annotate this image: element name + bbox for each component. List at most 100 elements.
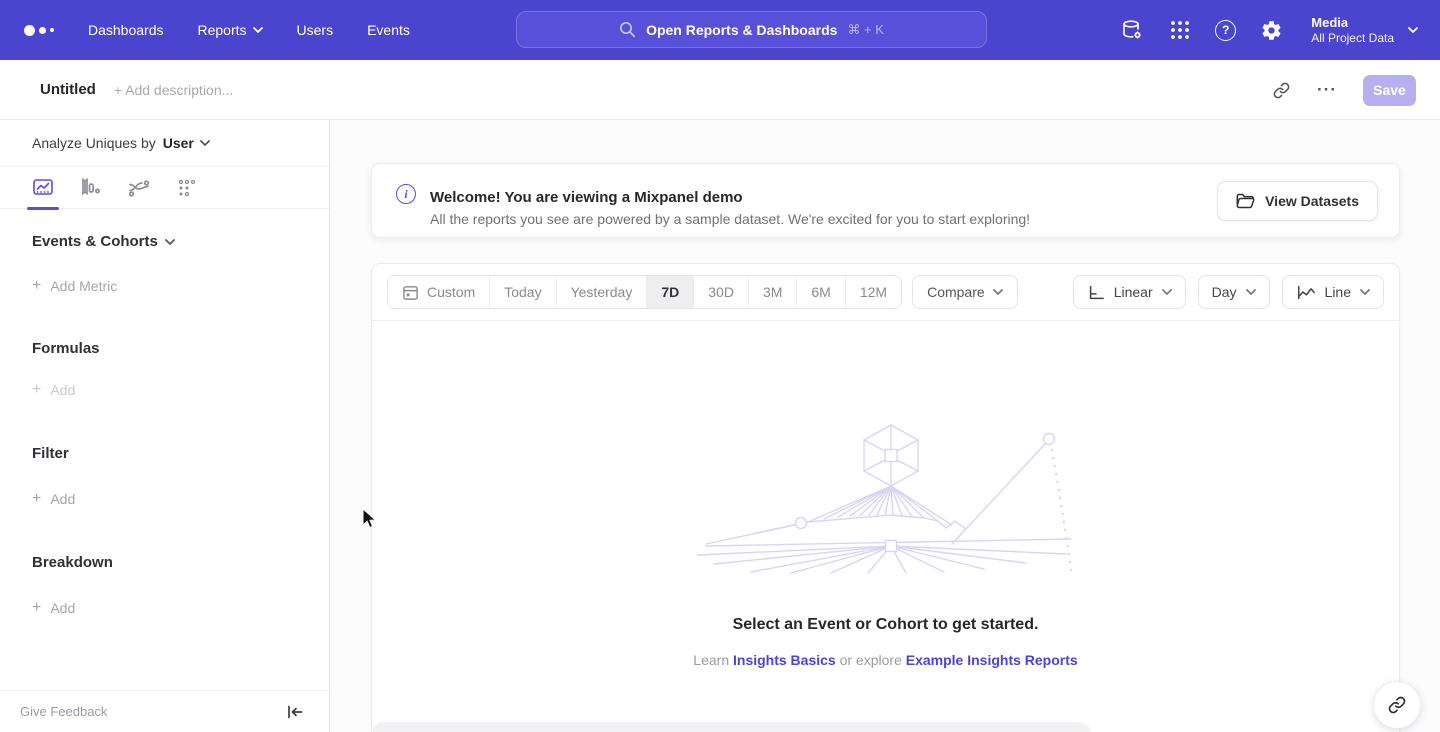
- settings-gear-icon[interactable]: [1259, 18, 1284, 43]
- breakdown-header: Breakdown: [32, 554, 329, 571]
- copy-link-icon[interactable]: [1272, 81, 1291, 100]
- chevron-down-icon: [1360, 289, 1370, 295]
- filter-section: Filter + Add: [0, 445, 329, 508]
- compare-button[interactable]: Compare: [912, 275, 1018, 309]
- chevron-down-icon: [200, 140, 210, 146]
- chart-card: Custom Today Yesterday 7D 30D 3M 6M 12M …: [371, 263, 1400, 732]
- add-formula-label: Add: [50, 382, 75, 398]
- project-name: Media: [1311, 15, 1394, 31]
- date-range-picker: Custom Today Yesterday 7D 30D 3M 6M 12M: [387, 275, 902, 309]
- range-custom[interactable]: Custom: [388, 276, 490, 308]
- range-12m-label: 12M: [860, 284, 887, 300]
- formulas-header: Formulas: [32, 340, 329, 357]
- axis-icon: [1087, 284, 1105, 301]
- range-12m[interactable]: 12M: [846, 276, 901, 308]
- tab-funnels[interactable]: [78, 175, 104, 201]
- range-today-label: Today: [504, 284, 541, 300]
- chart-type-label: Line: [1325, 284, 1351, 300]
- analyze-value-label: User: [163, 135, 194, 151]
- chevron-down-icon: [1246, 289, 1256, 295]
- plus-icon: +: [32, 490, 41, 508]
- scale-dropdown[interactable]: Linear: [1073, 275, 1186, 309]
- report-title[interactable]: Untitled: [40, 81, 96, 98]
- plus-icon: +: [32, 277, 41, 295]
- view-datasets-button[interactable]: View Datasets: [1217, 181, 1378, 221]
- nav-dashboards[interactable]: Dashboards: [88, 22, 164, 38]
- range-7d-selected[interactable]: 7D: [647, 276, 694, 308]
- banner-title: Welcome! You are viewing a Mixpanel demo: [430, 187, 1030, 208]
- chevron-down-icon: [993, 289, 1003, 295]
- add-metric-label: Add Metric: [50, 278, 117, 294]
- main-content: i Welcome! You are viewing a Mixpanel de…: [330, 120, 1440, 732]
- range-yesterday[interactable]: Yesterday: [557, 276, 648, 308]
- example-reports-link[interactable]: Example Insights Reports: [906, 652, 1078, 668]
- welcome-banner: i Welcome! You are viewing a Mixpanel de…: [371, 163, 1400, 238]
- save-button[interactable]: Save: [1363, 75, 1416, 106]
- report-type-tabs: [0, 167, 329, 209]
- tab-insights[interactable]: [30, 175, 56, 201]
- tab-retention[interactable]: [174, 175, 200, 201]
- calendar-icon: [402, 284, 419, 301]
- more-options-icon[interactable]: ···: [1317, 85, 1337, 95]
- empty-state-links: Learn Insights Basics or explore Example…: [372, 652, 1399, 668]
- primary-nav: Dashboards Reports Users Events: [88, 22, 410, 38]
- range-30d[interactable]: 30D: [694, 276, 749, 308]
- range-today[interactable]: Today: [490, 276, 556, 308]
- range-3m[interactable]: 3M: [749, 276, 797, 308]
- nav-users[interactable]: Users: [297, 22, 334, 38]
- range-custom-label: Custom: [427, 284, 475, 300]
- chevron-down-icon: [165, 239, 175, 245]
- banner-subtitle: All the reports you see are powered by a…: [430, 208, 1030, 230]
- interval-label: Day: [1212, 284, 1237, 300]
- nav-events[interactable]: Events: [367, 22, 410, 38]
- add-metric-button[interactable]: + Add Metric: [32, 277, 329, 295]
- analyze-row: Analyze Uniques by User: [0, 120, 329, 167]
- report-description-placeholder[interactable]: + Add description...: [114, 82, 233, 98]
- project-scope: All Project Data: [1311, 31, 1394, 46]
- learn-prefix: Learn: [693, 652, 733, 668]
- add-breakdown-button[interactable]: + Add: [32, 599, 329, 617]
- formulas-section: Formulas + Add: [0, 340, 329, 399]
- interval-dropdown[interactable]: Day: [1198, 275, 1270, 309]
- info-icon: i: [396, 184, 416, 204]
- mixpanel-logo-icon[interactable]: [24, 25, 54, 36]
- add-filter-button[interactable]: + Add: [32, 490, 329, 508]
- apps-grid-icon[interactable]: [1167, 18, 1192, 43]
- share-link-fab[interactable]: [1373, 681, 1421, 729]
- line-chart-icon: [1296, 284, 1316, 301]
- chart-type-dropdown[interactable]: Line: [1282, 275, 1384, 309]
- collapse-sidebar-icon[interactable]: [287, 705, 303, 719]
- global-search[interactable]: Open Reports & Dashboards ⌘ + K: [516, 11, 987, 48]
- range-yesterday-label: Yesterday: [571, 284, 633, 300]
- add-filter-label: Add: [50, 491, 75, 507]
- help-icon[interactable]: ?: [1215, 20, 1236, 41]
- nav-reports[interactable]: Reports: [198, 22, 263, 38]
- nav-dashboards-label: Dashboards: [88, 22, 164, 38]
- selected-tab-underline: [27, 207, 59, 210]
- filter-header: Filter: [32, 445, 329, 462]
- give-feedback-link[interactable]: Give Feedback: [20, 704, 107, 719]
- nav-events-label: Events: [367, 22, 410, 38]
- insights-basics-link[interactable]: Insights Basics: [733, 652, 836, 668]
- plus-icon: +: [32, 599, 41, 617]
- analyze-prefix-label: Analyze Uniques by: [32, 135, 156, 151]
- range-6m[interactable]: 6M: [797, 276, 845, 308]
- search-icon: [619, 21, 636, 38]
- analyze-uniques-dropdown[interactable]: User: [163, 135, 210, 151]
- project-selector[interactable]: Media All Project Data: [1311, 15, 1418, 46]
- add-formula-button[interactable]: + Add: [32, 381, 329, 399]
- folder-icon: [1236, 193, 1255, 209]
- title-bar-actions: ··· Save: [1272, 60, 1416, 120]
- add-breakdown-label: Add: [50, 600, 75, 616]
- breakdown-section: Breakdown + Add: [0, 554, 329, 617]
- empty-state-illustration: [696, 422, 1076, 574]
- data-management-icon[interactable]: [1119, 18, 1144, 43]
- view-datasets-label: View Datasets: [1265, 193, 1359, 209]
- nav-users-label: Users: [297, 22, 334, 38]
- empty-state-title: Select an Event or Cohort to get started…: [372, 616, 1399, 634]
- report-title-bar: Untitled + Add description... ··· Save: [0, 60, 1440, 120]
- top-nav: Dashboards Reports Users Events Open Rep…: [0, 0, 1440, 60]
- middle-text: or explore: [836, 652, 906, 668]
- tab-flows[interactable]: [126, 175, 152, 201]
- events-cohorts-header[interactable]: Events & Cohorts: [32, 233, 329, 250]
